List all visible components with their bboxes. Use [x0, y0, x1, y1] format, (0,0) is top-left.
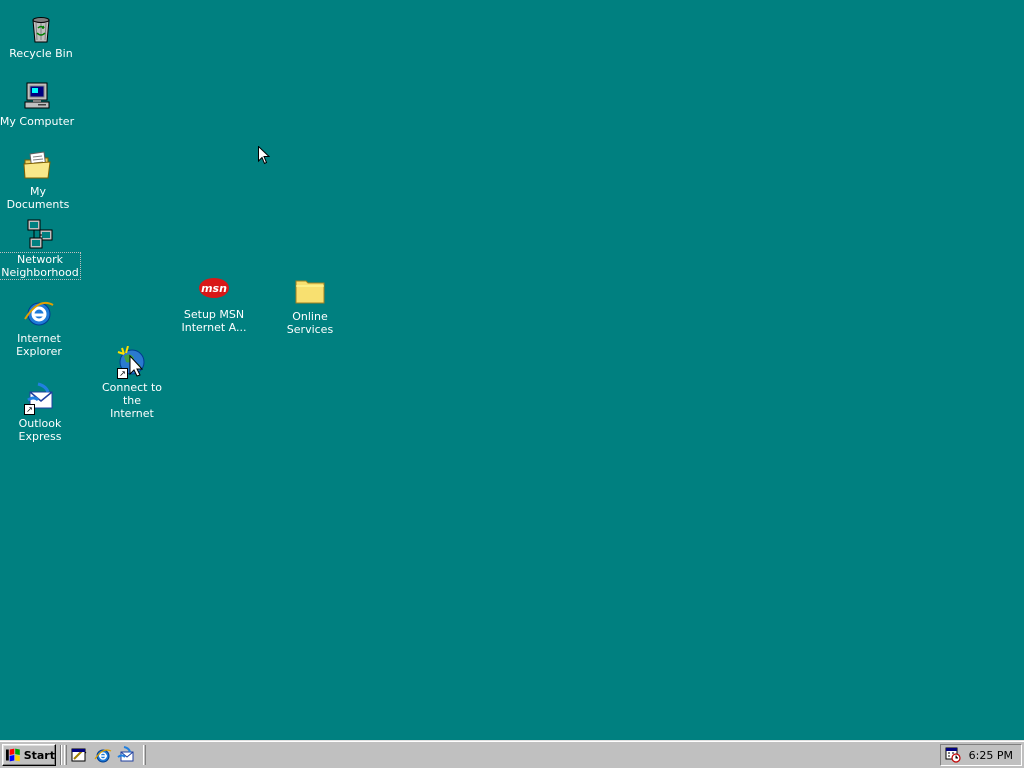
- desktop-icon-my-documents[interactable]: My Documents: [0, 150, 78, 211]
- windows-logo-icon: [6, 748, 20, 762]
- start-label: Start: [23, 748, 55, 762]
- shortcut-arrow-icon: ↗: [117, 368, 128, 379]
- taskbar-separator: [60, 745, 62, 765]
- folder-icon: [295, 280, 325, 304]
- network-neighborhood-icon: [27, 219, 53, 249]
- quick-launch-outlook-express[interactable]: [117, 746, 135, 764]
- desktop-icon-label: Recycle Bin: [9, 47, 73, 60]
- clock[interactable]: 6:25 PM: [969, 749, 1013, 762]
- recycle-bin-icon: [32, 17, 50, 43]
- show-desktop-icon: [71, 748, 87, 762]
- shortcut-arrow-icon: ↗: [24, 404, 35, 415]
- desktop-icon-my-computer[interactable]: My Computer: [0, 80, 77, 128]
- internet-explorer-icon: [24, 301, 54, 326]
- msn-icon: msn: [199, 278, 229, 298]
- desktop-icon-label: Setup MSN Internet A...: [181, 308, 247, 334]
- desktop[interactable]: Recycle Bin My Computer My Documents Net…: [0, 0, 1024, 740]
- quick-launch-internet-explorer[interactable]: [94, 746, 112, 764]
- desktop-icon-connect-internet[interactable]: ↗ Connect to the Internet: [92, 346, 172, 420]
- desktop-icon-label: My Computer: [0, 115, 75, 128]
- system-tray: 6:25 PM: [940, 744, 1022, 766]
- desktop-icon-online-services[interactable]: Online Services: [270, 275, 350, 336]
- outlook-express-icon: [117, 746, 134, 762]
- internet-explorer-icon: [94, 749, 112, 763]
- quick-launch-grip[interactable]: [64, 745, 67, 765]
- my-computer-icon: [24, 82, 50, 109]
- desktop-icon-label: Network Neighborhood: [0, 252, 81, 280]
- svg-text:msn: msn: [201, 282, 227, 295]
- start-button[interactable]: Start: [2, 744, 56, 766]
- task-scheduler-icon[interactable]: [945, 747, 961, 763]
- taskbar-buttons-grip[interactable]: [143, 745, 146, 765]
- desktop-icon-label: Online Services: [286, 310, 334, 336]
- quick-launch-show-desktop[interactable]: [70, 746, 88, 764]
- desktop-icon-label: Internet Explorer: [16, 332, 62, 358]
- desktop-icon-label: Connect to the Internet: [101, 381, 163, 420]
- desktop-icon-outlook-express[interactable]: ↗ Outlook Express: [0, 382, 80, 443]
- desktop-icon-internet-explorer[interactable]: Internet Explorer: [0, 297, 79, 358]
- desktop-icon-label: My Documents: [6, 185, 70, 211]
- desktop-icon-network-neighborhood[interactable]: Network Neighborhood: [0, 218, 81, 280]
- desktop-icon-recycle-bin[interactable]: Recycle Bin: [1, 12, 81, 60]
- desktop-icon-label: Outlook Express: [18, 417, 62, 443]
- my-documents-icon: [23, 151, 51, 179]
- mouse-pointer-icon: [258, 146, 270, 165]
- desktop-icon-setup-msn[interactable]: msn Setup MSN Internet A...: [174, 273, 254, 334]
- taskbar: Start 6:25 PM: [0, 740, 1024, 768]
